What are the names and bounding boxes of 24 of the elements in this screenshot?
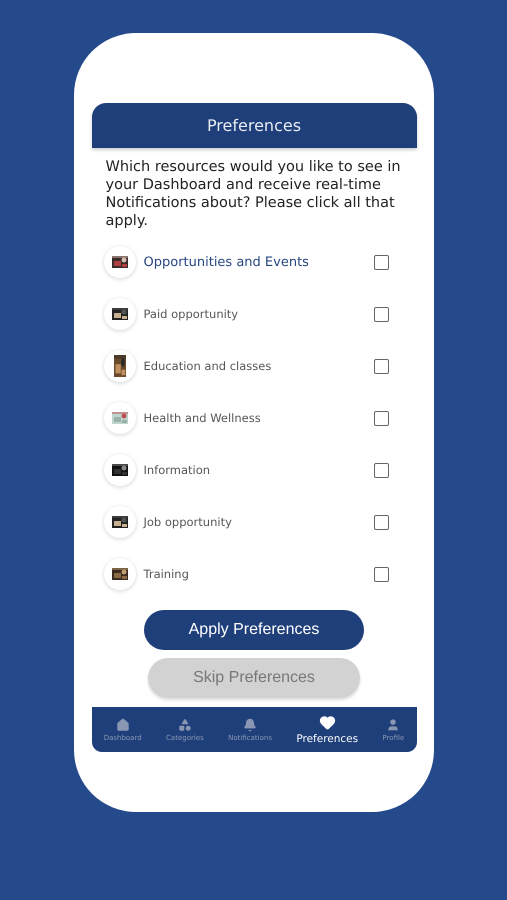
resource-label: Job opportunity — [144, 515, 233, 529]
resource-label: Opportunities and Events — [144, 254, 310, 270]
shapes-icon[interactable] — [178, 718, 192, 732]
heart-icon[interactable] — [318, 714, 336, 731]
checkbox[interactable] — [374, 462, 388, 478]
resource-label: Information — [144, 463, 212, 477]
checkbox[interactable] — [374, 410, 388, 426]
tab-label[interactable]: Preferences — [296, 733, 358, 745]
checkbox[interactable] — [374, 254, 388, 270]
resource-label: Training — [144, 567, 190, 581]
resource-label: Paid opportunity — [144, 307, 240, 321]
question-text: Which resources would you like to see in your Dashboard and receive real-time Notifications about? Please click all that apply. — [106, 158, 402, 230]
bell-icon[interactable] — [243, 718, 258, 732]
resource-label: Education and classes — [144, 359, 272, 373]
checkbox[interactable] — [374, 566, 388, 582]
resource-label: Health and Wellness — [144, 411, 262, 425]
checkbox[interactable] — [374, 306, 388, 322]
user-icon[interactable] — [386, 718, 400, 732]
home-icon[interactable] — [116, 718, 130, 732]
header-title: Preferences — [92, 103, 416, 148]
checkbox[interactable] — [374, 358, 388, 374]
skip-button[interactable]: Skip Preferences — [148, 658, 360, 698]
checkbox[interactable] — [374, 514, 388, 530]
apply-button[interactable]: Apply Preferences — [144, 610, 364, 650]
